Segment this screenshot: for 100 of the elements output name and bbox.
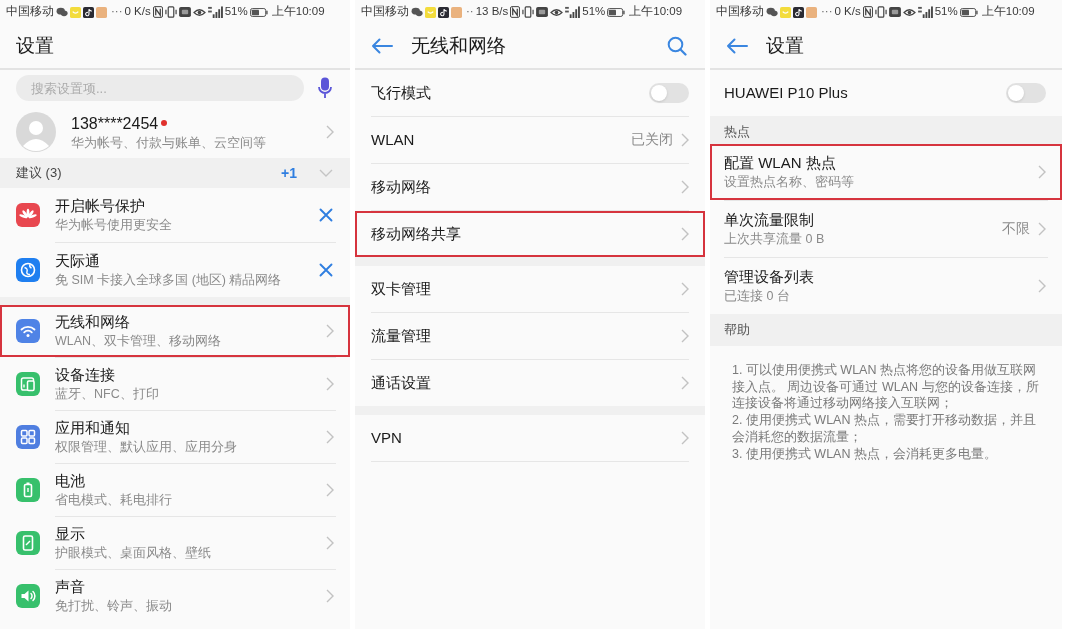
carrier-name: 中国移动 (6, 4, 54, 20)
chat-bubbles-icon (766, 7, 778, 17)
section-label: 热点 (724, 122, 750, 141)
network-speed: 0 K/s (834, 4, 861, 20)
carrier-name: 中国移动 (716, 4, 764, 20)
screen-title: 设置 (16, 33, 55, 58)
settings-item[interactable]: 配置 WLAN 热点 设置热点名称、密码等 (710, 144, 1062, 200)
battery-icon (959, 6, 978, 18)
grid-icon (16, 425, 40, 449)
item-subtitle: WLAN、双卡管理、移动网络 (55, 333, 223, 350)
back-arrow-icon[interactable] (371, 38, 393, 54)
chevron-right-icon (326, 430, 334, 444)
battery-percent: 51% (582, 4, 606, 20)
vibrate-icon (164, 6, 177, 18)
signal-icon (565, 6, 581, 18)
chevron-right-icon (681, 133, 689, 147)
toggle-switch[interactable] (649, 83, 689, 103)
item-title: 无线和网络 (55, 312, 131, 332)
nfc-icon (862, 6, 873, 18)
chevron-right-icon (681, 431, 689, 445)
speaker-icon (16, 584, 40, 608)
back-arrow-icon[interactable] (726, 38, 748, 54)
item-subtitle: 设置热点名称、密码等 (724, 174, 855, 191)
app-tile-icon (96, 6, 107, 18)
app-tile-icon (806, 6, 817, 18)
close-button[interactable] (318, 207, 334, 223)
chevron-right-icon (1038, 222, 1046, 236)
item-title: 流量管理 (371, 325, 432, 346)
battery-icon (16, 478, 40, 502)
help-text: 1. 可以使用便携式 WLAN 热点将您的设备用做互联网接入点。 周边设备可通过 WLAN 与您的设备连接，所连接设备将通过移动网络接入互联网； (732, 362, 1040, 413)
signal-icon (207, 6, 223, 18)
item-title: 飞行模式 (371, 82, 432, 103)
chevron-right-icon (1038, 165, 1046, 179)
nfc-icon (510, 6, 521, 18)
search-icon[interactable] (667, 36, 687, 56)
chevron-right-icon (681, 282, 689, 296)
toggle-switch[interactable] (1006, 83, 1046, 103)
chevron-right-icon (326, 483, 334, 497)
signal-icon (917, 6, 933, 18)
close-button[interactable] (318, 262, 334, 278)
devices-icon (16, 372, 40, 396)
item-subtitle: 蓝牙、NFC、打印 (55, 386, 160, 403)
item-title: HUAWEI P10 Plus (724, 82, 849, 103)
status-badge-icon (536, 7, 549, 17)
item-title: WLAN (371, 129, 416, 150)
status-badge-icon (178, 7, 191, 17)
screen-title: 无线和网络 (411, 33, 507, 58)
battery-percent: 51% (224, 4, 248, 20)
chevron-right-icon (681, 227, 689, 241)
battery-percent: 51% (934, 4, 958, 20)
chevron-right-icon (681, 329, 689, 343)
search-field[interactable]: 搜索设置项... (16, 75, 304, 101)
music-note-icon (438, 6, 449, 18)
item-title: 管理设备列表 (724, 267, 815, 287)
section-label: 建议 (3) (16, 164, 63, 183)
eye-icon (192, 6, 206, 18)
eye-icon (902, 6, 916, 18)
item-title: 配置 WLAN 热点 (724, 153, 837, 173)
item-title: 天际通 (55, 251, 101, 271)
item-subtitle: 华为帐号使用更安全 (55, 217, 173, 234)
item-title: 设备连接 (55, 365, 116, 385)
item-value: 已关闭 (631, 130, 673, 149)
item-title: 移动网络共享 (371, 223, 462, 244)
smile-tile-icon (780, 6, 791, 18)
close-icon (319, 208, 333, 222)
settings-item[interactable]: 移动网络共享 (355, 211, 705, 257)
chevron-right-icon (1038, 279, 1046, 293)
chevron-right-icon (681, 376, 689, 390)
item-title: 开启帐号保护 (55, 196, 146, 216)
item-subtitle: 上次共享流量 0 B (724, 231, 826, 248)
chevron-right-icon (681, 180, 689, 194)
item-title: VPN (371, 427, 403, 448)
item-subtitle: 免 SIM 卡接入全球多国 (地区) 精品网络 (55, 272, 283, 289)
clock-time: 上午10:09 (629, 4, 683, 20)
item-title: 电池 (55, 471, 86, 491)
section-label: 帮助 (724, 321, 750, 340)
status-badge-icon (888, 7, 901, 17)
nfc-icon (152, 6, 163, 18)
settings-item[interactable]: 无线和网络 WLAN、双卡管理、移动网络 (0, 305, 350, 357)
item-subtitle: 省电模式、耗电排行 (55, 492, 173, 509)
item-subtitle: 已连接 0 台 (724, 288, 791, 305)
globe-icon (16, 258, 40, 282)
music-note-icon (83, 6, 94, 18)
flower-logo-icon (16, 203, 40, 227)
chat-bubbles-icon (411, 7, 423, 17)
chevron-right-icon (326, 324, 334, 338)
chat-bubbles-icon (56, 7, 68, 17)
wifi-icon (16, 319, 40, 343)
item-title: 单次流量限制 (724, 210, 815, 230)
item-title: 声音 (55, 577, 86, 597)
item-title: 通话设置 (371, 372, 432, 393)
item-title: 移动网络 (371, 176, 432, 197)
microphone-icon[interactable] (318, 77, 332, 99)
music-note-icon (793, 6, 804, 18)
item-subtitle: 权限管理、默认应用、应用分身 (55, 439, 238, 456)
clock-time: 上午10:09 (271, 4, 325, 20)
overflow-dots: ··· (821, 4, 833, 20)
network-speed: 13 B/s (475, 4, 509, 20)
item-subtitle: 华为帐号、付款与账单、云空间等 (71, 134, 267, 152)
suggestion-count: +1 (281, 163, 297, 183)
